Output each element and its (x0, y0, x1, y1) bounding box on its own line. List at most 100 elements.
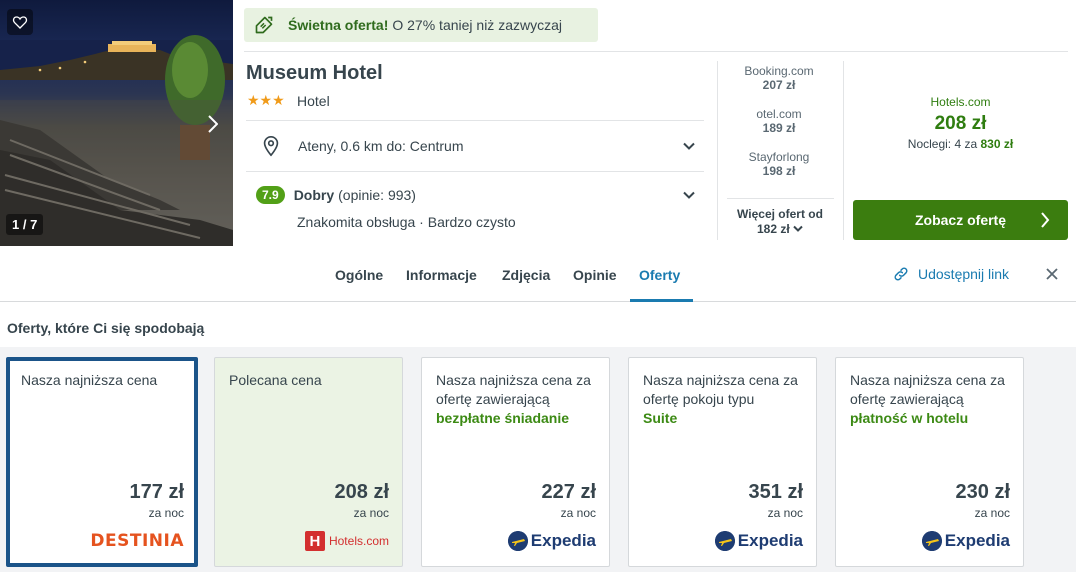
alt-offer-price: 189 zł (762, 121, 796, 135)
alt-offer[interactable]: otel.com 189 zł (726, 107, 832, 150)
main-offer: Hotels.com 208 zł Noclegi: 4 za 830 zł (853, 95, 1068, 151)
rating-badge: 7.9 (256, 186, 285, 204)
hotels-com-logo-text: Hotels.com (328, 534, 389, 548)
expedia-plane-icon (507, 531, 528, 551)
share-link-label: Udostępnij link (918, 266, 1010, 282)
offer-card-per-night: za noc (353, 506, 389, 520)
expedia-logo-text: Expedia (530, 531, 596, 550)
active-tab-indicator (630, 299, 693, 302)
offer-card-desc-text: Nasza najniższa cena (21, 372, 158, 388)
offer-card-price: 227 zł (541, 481, 596, 503)
chevron-right-icon (1041, 212, 1050, 228)
expedia-plane-icon (714, 531, 735, 551)
expedia-logo-text: Expedia (944, 531, 1010, 550)
expedia-logo: Expedia (507, 528, 596, 554)
expedia-logo: Expedia (714, 528, 803, 554)
rating-word: Dobry (293, 187, 335, 203)
offer-card-desc: Nasza najniższa cena (21, 371, 186, 390)
offer-card-price: 351 zł (748, 481, 803, 503)
offer-card[interactable]: Polecana cena 208 zł za noc H Hotels.com (214, 357, 403, 567)
more-offers-label: Więcej ofert od (737, 207, 823, 221)
alt-offer[interactable]: Stayforlong 198 zł (726, 150, 832, 193)
offer-card-desc-text: Nasza najniższa cena za ofertę zawierają… (436, 372, 591, 407)
hotels-com-mark: H (304, 531, 325, 551)
offer-card-desc: Nasza najniższa cena za ofertę pokoju ty… (643, 371, 808, 428)
offer-card-highlight: płatność w hotelu (850, 410, 969, 426)
offer-card-desc: Nasza najniższa cena za ofertę zawierają… (850, 371, 1015, 428)
location-text: Ateny, 0.6 km do: Centrum (298, 138, 464, 154)
detail-tabs: Ogólne Informacje Zdjęcia Opinie Oferty … (0, 250, 1076, 302)
offer-card[interactable]: Nasza najniższa cena za ofertę zawierają… (835, 357, 1024, 567)
destinia-logo: DESTINIA (90, 528, 184, 554)
divider (717, 61, 718, 240)
offer-card[interactable]: Nasza najniższa cena za ofertę zawierają… (421, 357, 610, 567)
alt-offer-provider: Booking.com (744, 64, 814, 78)
close-icon[interactable] (1045, 267, 1059, 281)
view-deal-label: Zobacz ofertę (914, 212, 1006, 228)
star-rating: ★★★ (247, 92, 285, 108)
favorite-button[interactable] (7, 9, 33, 35)
chevron-down-icon (683, 191, 695, 199)
hotel-type: Hotel (297, 93, 330, 109)
photo-counter: 1 / 7 (6, 214, 44, 235)
tab-reviews[interactable]: Opinie (573, 267, 617, 283)
offer-card[interactable]: Nasza najniższa cena za ofertę pokoju ty… (628, 357, 817, 567)
share-link-button[interactable]: Udostępnij link (893, 266, 1009, 282)
offer-card-desc-text: Nasza najniższa cena za ofertę zawierają… (850, 372, 1005, 407)
hotel-photo[interactable]: 1 / 7 (0, 0, 233, 246)
offer-card-highlight: bezpłatne śniadanie (436, 410, 570, 426)
rating-row[interactable]: 7.9 Dobry (opinie: 993) (246, 183, 704, 207)
nights-total: 830 zł (980, 137, 1014, 151)
alt-offer[interactable]: Booking.com 207 zł (726, 64, 832, 107)
heart-icon (12, 16, 28, 29)
offer-card-per-night: za noc (974, 506, 1010, 520)
chevron-down-icon (793, 225, 803, 232)
alt-offer-price: 198 zł (762, 164, 796, 178)
offer-card-desc: Nasza najniższa cena za ofertę zawierają… (436, 371, 601, 428)
offer-card-price: 177 zł (129, 481, 184, 503)
main-offer-price: 208 zł (934, 113, 987, 134)
alt-offer-price: 207 zł (762, 78, 796, 92)
hotel-name[interactable]: Museum Hotel (246, 62, 383, 85)
nights-prefix: Noclegi: 4 za (907, 137, 978, 151)
deal-tag-icon (255, 16, 273, 34)
divider (244, 51, 1068, 52)
offer-card-desc: Polecana cena (229, 371, 394, 390)
offer-card-price: 208 zł (334, 481, 389, 503)
offer-card-highlight: Suite (643, 410, 678, 426)
tab-general[interactable]: Ogólne (335, 267, 383, 283)
offer-card-desc-text: Polecana cena (229, 372, 322, 388)
main-offer-provider: Hotels.com (930, 95, 991, 109)
more-offers-button[interactable]: Więcej ofert od 182 zł (726, 207, 834, 237)
chevron-down-icon (683, 142, 695, 150)
deal-strong-text: Świetna oferta! (288, 17, 389, 33)
alt-offer-provider: otel.com (756, 107, 802, 121)
offer-card[interactable]: Nasza najniższa cena 177 zł za noc DESTI… (6, 357, 198, 567)
hotels-com-logo: H Hotels.com (304, 528, 389, 554)
offer-card-price: 230 zł (955, 481, 1010, 503)
divider (246, 171, 704, 172)
destinia-logo-text: DESTINIA (90, 531, 184, 551)
tab-info[interactable]: Informacje (406, 267, 477, 283)
offers-section-title: Oferty, które Ci się spodobają (7, 320, 205, 336)
nights-summary: Noclegi: 4 za 830 zł (853, 137, 1068, 151)
expedia-logo-text: Expedia (737, 531, 803, 550)
next-photo-button[interactable] (203, 112, 223, 136)
chevron-right-icon (208, 115, 218, 133)
expedia-logo: Expedia (921, 528, 1010, 554)
review-count: (opinie: 993) (338, 187, 416, 203)
location-row[interactable]: Ateny, 0.6 km do: Centrum (246, 121, 704, 171)
expedia-plane-icon (921, 531, 942, 551)
divider (727, 198, 834, 199)
view-deal-button[interactable]: Zobacz ofertę (853, 200, 1068, 240)
more-offers-price: 182 zł (756, 222, 790, 236)
tab-photos[interactable]: Zdjęcia (502, 267, 550, 283)
offer-card-desc-text: Nasza najniższa cena za ofertę pokoju ty… (643, 372, 798, 407)
tab-offers[interactable]: Oferty (639, 267, 680, 283)
link-icon (894, 267, 908, 281)
sub-ratings: Znakomita obsługa · Bardzo czysto (297, 214, 516, 230)
offer-card-per-night: za noc (767, 506, 803, 520)
alt-offers-list: Booking.com 207 zł otel.com 189 zł Stayf… (726, 64, 832, 193)
divider (843, 61, 844, 240)
offer-card-per-night: za noc (560, 506, 596, 520)
